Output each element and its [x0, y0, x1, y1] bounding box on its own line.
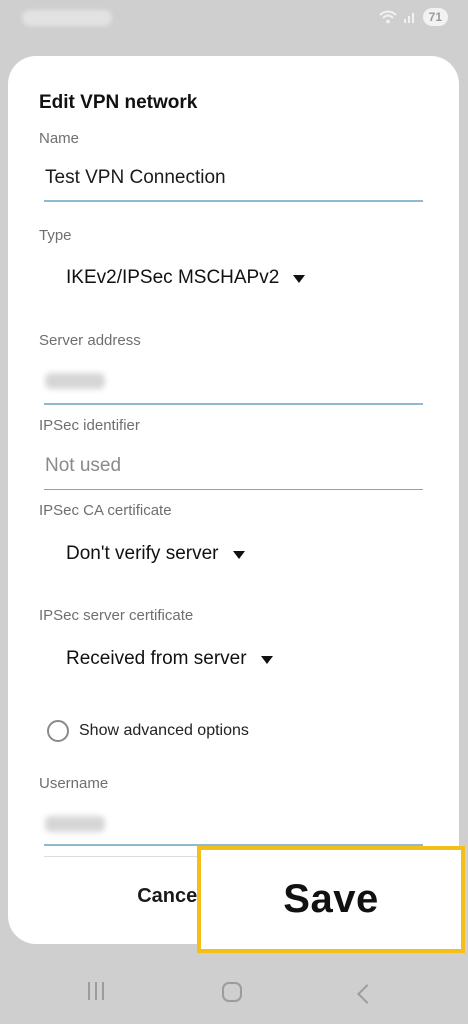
show-advanced-label: Show advanced options: [79, 722, 249, 739]
ipsec-ca-certificate-dropdown[interactable]: Don't verify server: [66, 543, 245, 565]
battery-level: 71: [422, 8, 448, 26]
dropdown-arrow-icon: [293, 275, 306, 283]
server-address-underline: [44, 403, 423, 405]
dropdown-arrow-icon: [232, 551, 245, 559]
server-address-label: Server address: [39, 332, 141, 349]
back-icon[interactable]: [357, 984, 377, 1004]
show-advanced-radio[interactable]: [47, 720, 69, 742]
name-label: Name: [39, 130, 80, 147]
type-value: IKEv2/IPSec MSCHAPv2: [66, 267, 280, 288]
username-label: Username: [39, 775, 109, 792]
wifi-icon: [378, 10, 397, 24]
status-icons: 71: [378, 8, 448, 26]
home-icon[interactable]: [222, 982, 242, 1002]
save-button[interactable]: Save: [197, 846, 465, 953]
navigation-bar: [0, 960, 468, 1024]
ipsec-server-certificate-dropdown[interactable]: Received from server: [66, 648, 273, 670]
server-address-input[interactable]: [45, 373, 105, 389]
ipsec-ca-certificate-value: Don't verify server: [66, 543, 219, 564]
ipsec-identifier-underline: [44, 489, 423, 490]
save-label: Save: [283, 877, 379, 921]
recents-icon[interactable]: [88, 982, 104, 1000]
ipsec-identifier-label: IPSec identifier: [39, 417, 140, 434]
ipsec-identifier-input[interactable]: Not used: [45, 455, 121, 477]
name-underline: [44, 200, 423, 202]
username-input[interactable]: [45, 816, 105, 832]
name-input[interactable]: Test VPN Connection: [45, 167, 226, 189]
status-time-redacted: [22, 10, 112, 26]
dropdown-arrow-icon: [260, 656, 273, 664]
edit-vpn-dialog: Edit VPN network Name Test VPN Connectio…: [8, 56, 459, 944]
status-bar: 71: [0, 0, 468, 40]
ipsec-ca-certificate-label: IPSec CA certificate: [39, 502, 172, 519]
signal-icon: [403, 13, 414, 23]
type-label: Type: [39, 227, 72, 244]
ipsec-server-certificate-label: IPSec server certificate: [39, 607, 194, 624]
type-dropdown[interactable]: IKEv2/IPSec MSCHAPv2: [66, 267, 306, 289]
dialog-title: Edit VPN network: [39, 92, 198, 113]
ipsec-server-certificate-value: Received from server: [66, 648, 247, 669]
show-advanced-options[interactable]: Show advanced options: [47, 720, 249, 742]
